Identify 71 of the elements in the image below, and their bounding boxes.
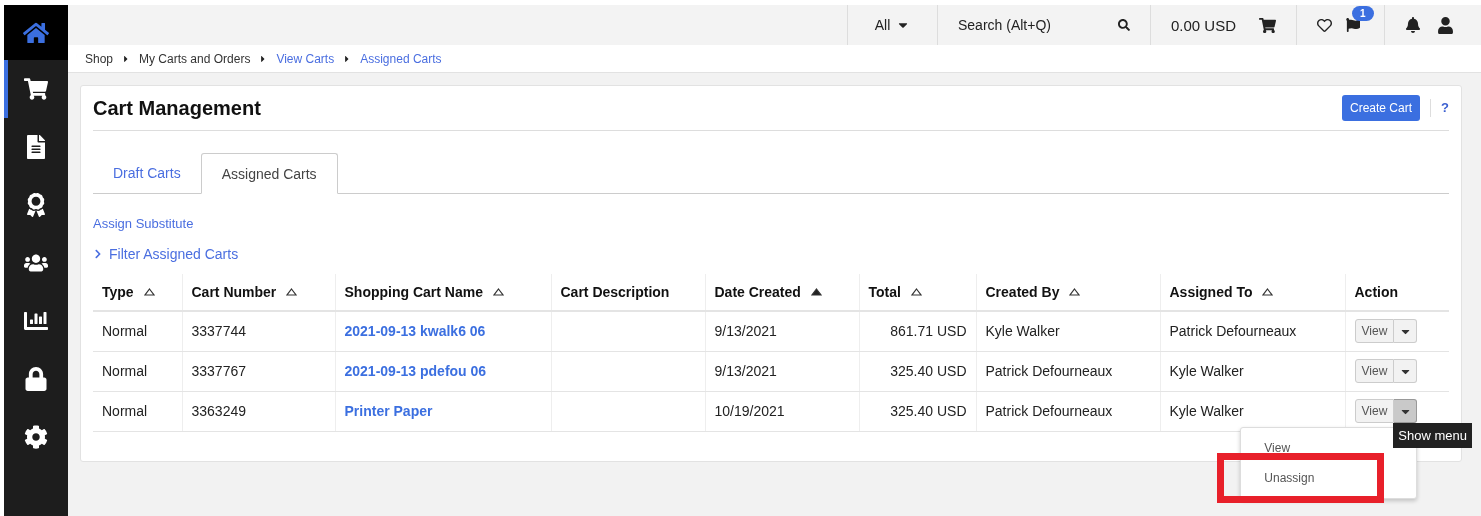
column-header[interactable]: Shopping Cart Name [335,274,551,311]
breadcrumb-item: Shop [85,51,114,66]
table-cell: Normal [102,403,148,419]
menu-item[interactable]: Unassign [1241,463,1417,493]
table-cell: Kyle Walker [985,323,1060,340]
sort-icon[interactable] [143,288,155,296]
sort-icon[interactable] [286,288,298,296]
lock-icon [24,367,48,391]
user-icon[interactable] [1437,16,1454,34]
view-button[interactable]: View [1354,319,1395,344]
column-header[interactable]: Date Created [705,274,859,311]
table-cell: 9/13/2021 [714,323,777,340]
flag-icon[interactable] [1346,18,1360,32]
bar-chart-icon [24,309,48,333]
table-cell: 3337767 [191,363,246,379]
award-icon [24,193,48,217]
menu-toggle-button[interactable] [1394,399,1418,423]
sort-ascending-icon[interactable] [810,288,822,296]
column-header[interactable]: Type [93,274,182,311]
chevron-right-icon[interactable] [93,249,103,259]
settings-icon [24,425,48,449]
sort-icon[interactable] [910,288,922,296]
bell-icon[interactable] [1405,17,1421,33]
table-cell: Kyle Walker [1169,403,1244,419]
table-cell: Normal [102,323,148,340]
table-cell: Patrick Defourneaux [1169,323,1297,340]
column-header[interactable]: Created By [976,274,1160,311]
tooltip: Show menu [1393,423,1472,448]
create-cart-button[interactable]: Create Cart [1342,95,1421,121]
view-button[interactable]: View [1354,399,1395,423]
breadcrumb-item[interactable]: Assigned Carts [360,51,442,66]
file-icon [24,135,48,159]
table-cell: Normal [102,363,148,379]
table-cell: 861.71 USD [890,323,967,340]
column-header[interactable]: Cart Number [182,274,335,311]
filter-toggle[interactable]: Filter Assigned Carts [109,246,239,262]
sort-icon[interactable] [1069,288,1081,296]
view-button[interactable]: View [1354,359,1395,383]
table-cell: 3363249 [191,403,246,419]
table-cell: Patrick Defourneaux [985,363,1113,379]
sort-icon[interactable] [1262,288,1274,296]
tab[interactable]: Assigned Carts [200,153,338,194]
menu-toggle-button[interactable] [1394,319,1418,344]
assign-substitute-link[interactable]: Assign Substitute [93,216,194,231]
breadcrumb-item: My Carts and Orders [139,51,251,66]
table-cell: 3337744 [191,323,246,340]
help-link[interactable]: ? [1430,99,1449,117]
table-cell: 10/19/2021 [714,403,785,419]
cart-total: 0.00 USD [1171,16,1237,34]
column-header[interactable]: Assigned To [1160,274,1345,311]
column-header: Action [1345,274,1449,311]
menu-toggle-button[interactable] [1394,359,1418,383]
cart-icon[interactable] [1259,16,1276,34]
cart-name-link[interactable]: 2021-09-13 kwalk6 06 [344,323,486,340]
cart-name-link[interactable]: 2021-09-13 pdefou 06 [344,363,487,379]
table-cell: 325.40 USD [890,403,967,419]
notification-badge: 1 [1352,6,1374,21]
table-cell: Patrick Defourneaux [985,403,1113,419]
heart-icon[interactable] [1317,17,1332,33]
cart-name-link[interactable]: Printer Paper [344,403,433,419]
cart-icon [24,77,48,101]
column-header[interactable]: Total [859,274,976,311]
table-cell: 9/13/2021 [714,363,777,379]
table-cell: Kyle Walker [1169,363,1244,379]
tab[interactable]: Draft Carts [93,153,201,193]
page-title: Cart Management [93,96,262,120]
table-cell: 325.40 USD [890,363,967,379]
breadcrumb-item[interactable]: View Carts [276,51,335,66]
column-header: Cart Description [551,274,705,311]
sort-icon[interactable] [492,288,504,296]
search-icon[interactable] [1118,19,1130,31]
